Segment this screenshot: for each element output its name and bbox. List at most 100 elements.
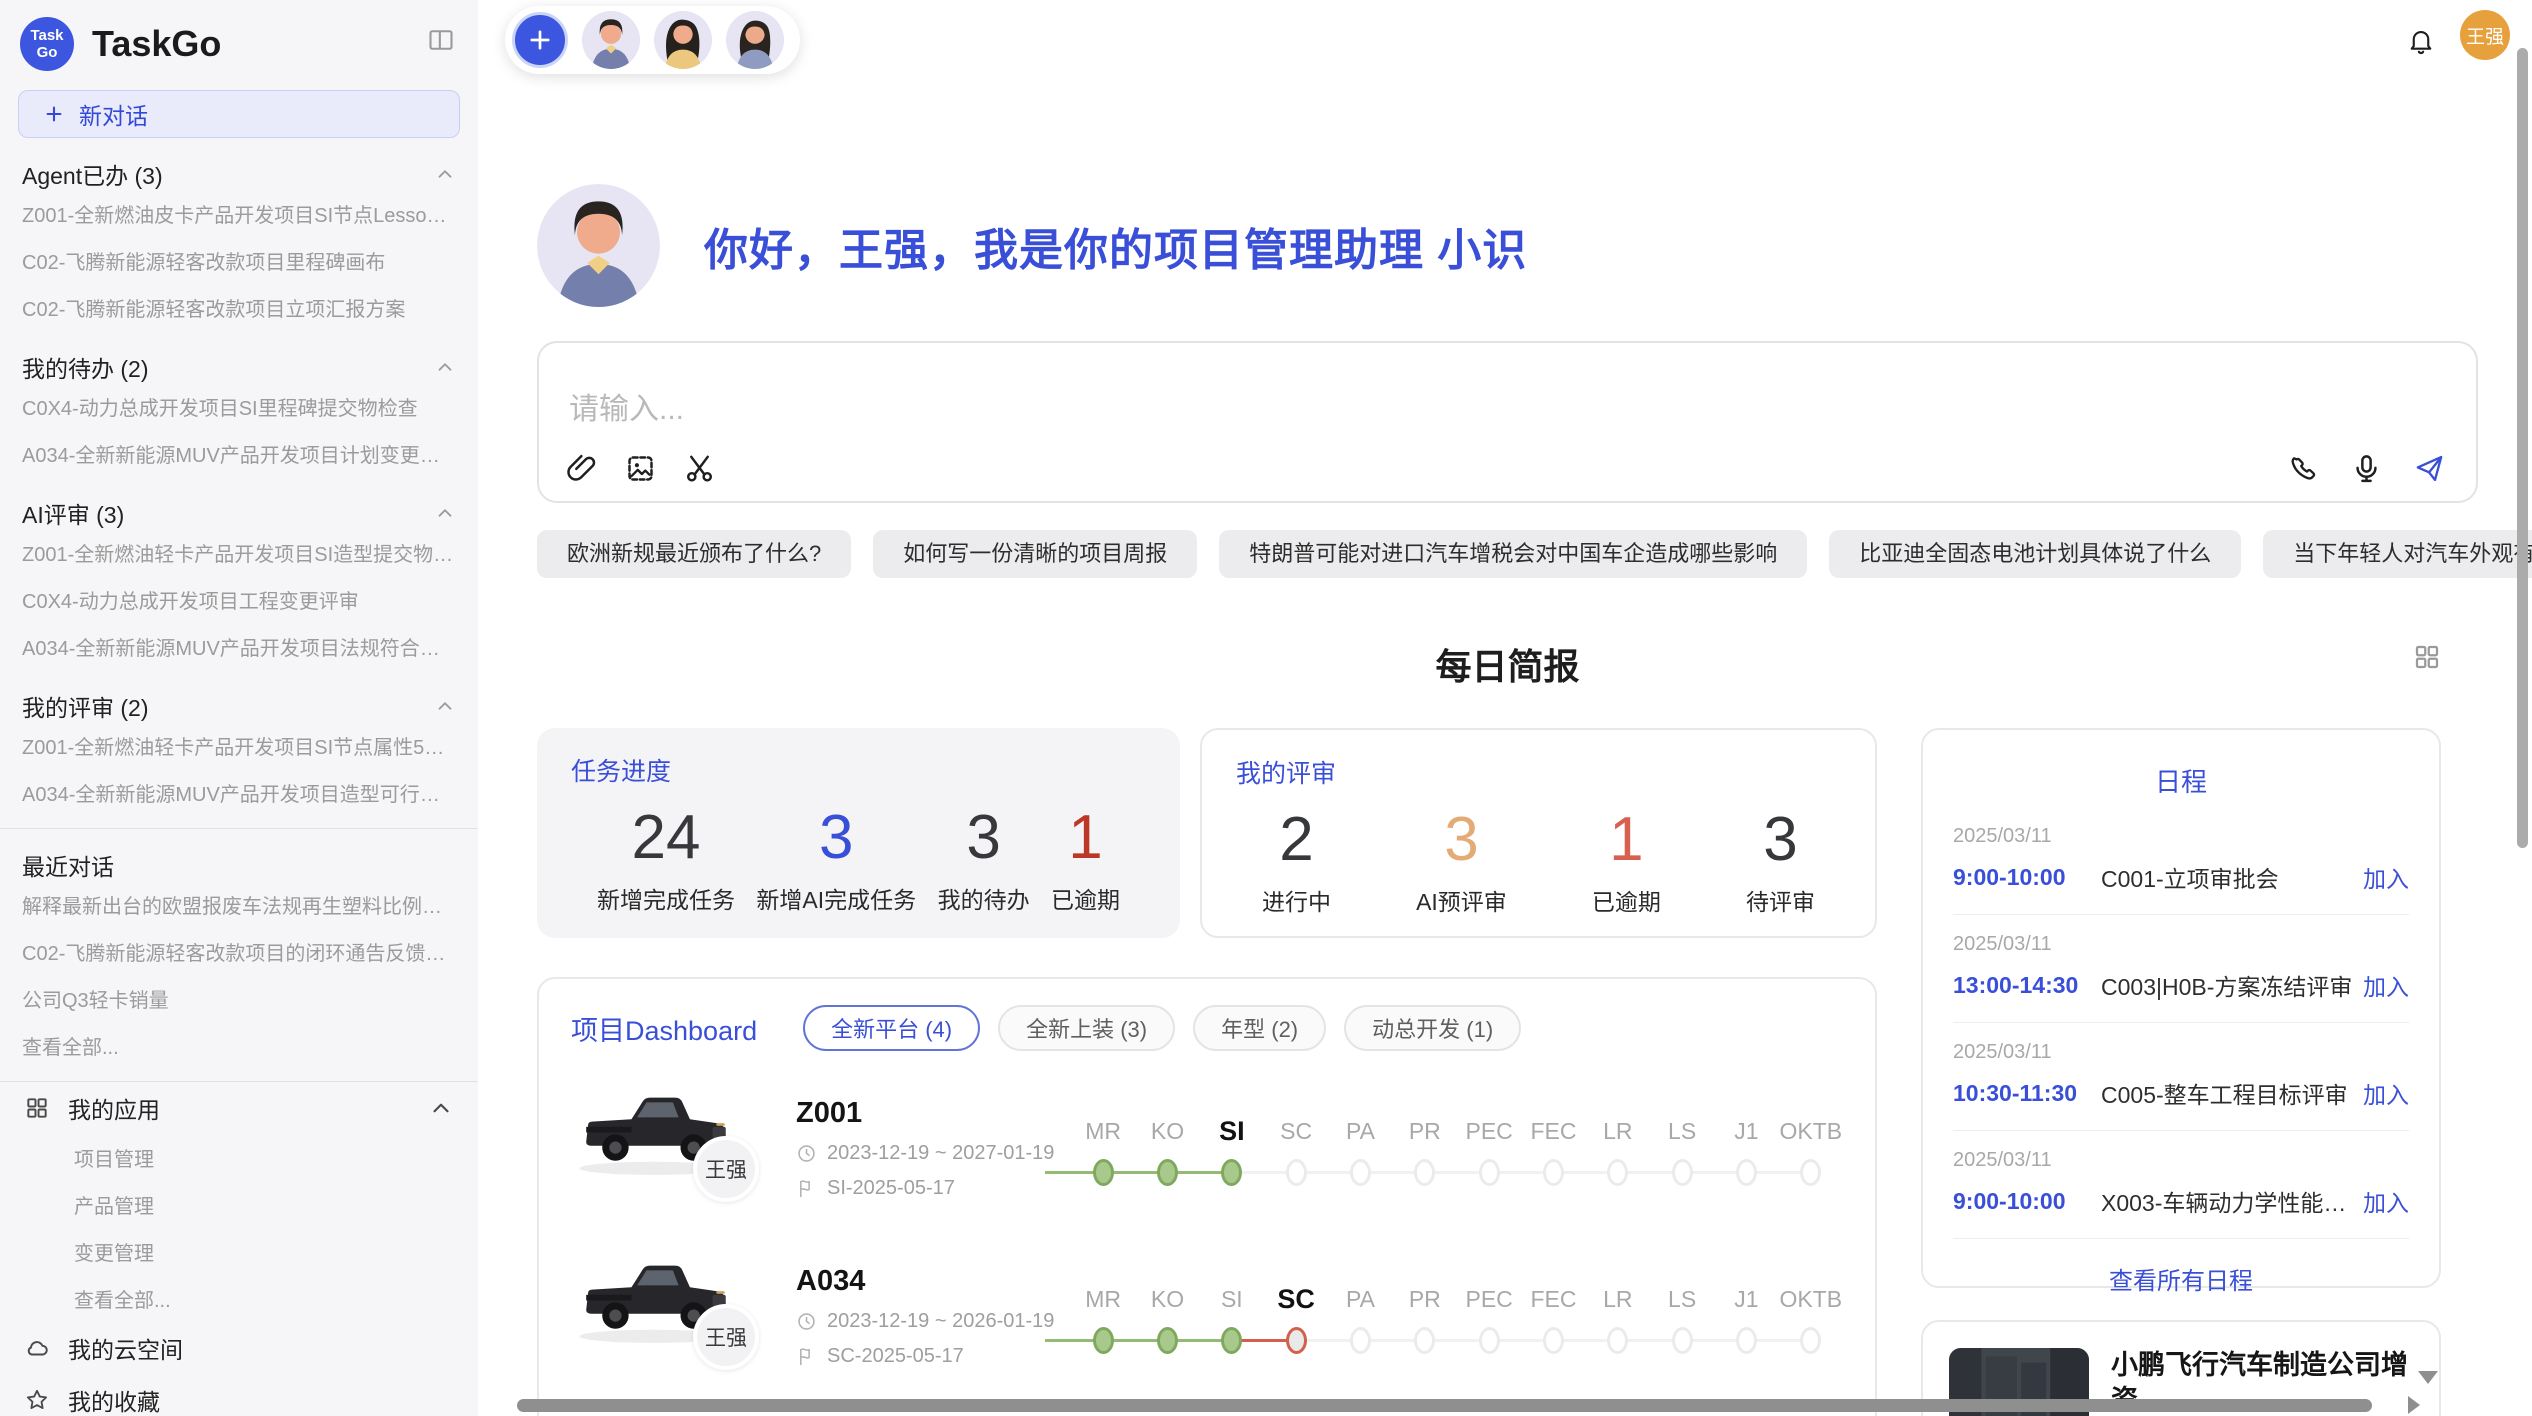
sidebar-task-item[interactable]: Z001-全新燃油皮卡产品开发项目SI节点Lesson Learn报告 xyxy=(16,190,462,237)
app-item[interactable]: 变更管理 xyxy=(16,1228,462,1275)
scroll-down-arrow-icon[interactable] xyxy=(2418,1371,2438,1384)
app-logo: Task Go xyxy=(20,17,74,71)
sidebar-task-item[interactable]: C0X4-动力总成开发项目工程变更评审 xyxy=(16,576,462,623)
collapse-sidebar-icon[interactable] xyxy=(426,26,456,54)
flag-icon xyxy=(796,1178,817,1199)
milestone-track: MRKOSISCPAPRPECFECLRLSJ1OKTB xyxy=(1071,1111,1843,1186)
app-item[interactable]: 产品管理 xyxy=(16,1181,462,1228)
milestone-dot xyxy=(1607,1159,1628,1186)
layout-grid-icon[interactable] xyxy=(2412,642,2442,672)
project-dates: 2023-12-19 ~ 2026-01-19 xyxy=(796,1310,1071,1333)
view-all-chats[interactable]: 查看全部... xyxy=(16,1022,462,1069)
sidebar-item-my-apps[interactable]: 我的应用 xyxy=(16,1082,462,1134)
dashboard-tab[interactable]: 动总开发 (1) xyxy=(1344,1005,1521,1051)
vertical-scrollbar[interactable] xyxy=(2517,48,2528,848)
sidebar-task-item[interactable]: C02-飞腾新能源轻客改款项目立项汇报方案 xyxy=(16,284,462,331)
milestone-dot xyxy=(1672,1159,1693,1186)
clock-icon xyxy=(796,1311,817,1332)
composer-input[interactable] xyxy=(569,393,1969,427)
event-time: 9:00-10:00 xyxy=(1953,1188,2101,1215)
microphone-icon[interactable] xyxy=(2350,452,2383,485)
sidebar-task-item[interactable]: Z001-全新燃油轻卡产品开发项目SI节点属性5D文件评审 xyxy=(16,722,462,769)
sidebar-task-item[interactable]: A034-全新新能源MUV产品开发项目法规符合性评审 xyxy=(16,623,462,670)
sidebar-item-star[interactable]: 我的收藏 xyxy=(16,1374,462,1416)
notifications-bell-icon[interactable] xyxy=(2406,26,2436,56)
project-row[interactable]: 王强A0342023-12-19 ~ 2026-01-19SC-2025-05-… xyxy=(571,1245,1843,1387)
milestone: LS xyxy=(1650,1281,1714,1354)
suggestion-chip[interactable]: 欧洲新规最近颁布了什么? xyxy=(537,530,851,578)
milestone: SI xyxy=(1200,1113,1264,1186)
plus-icon xyxy=(526,26,554,54)
voice-call-icon[interactable] xyxy=(2287,452,2320,485)
recent-chat-item[interactable]: 公司Q3轻卡销量 xyxy=(16,975,462,1022)
recent-chat-item[interactable]: 解释最新出台的欧盟报废车法规再生塑料比例被调至15%... xyxy=(16,881,462,928)
milestone-label: FEC xyxy=(1521,1113,1585,1149)
sidebar-section-header[interactable]: AI评审 (3) xyxy=(16,497,462,529)
send-icon[interactable] xyxy=(2413,452,2446,485)
milestone: PR xyxy=(1393,1281,1457,1354)
suggestion-chip[interactable]: 当下年轻人对汽车外观有怎样的喜好趋势 xyxy=(2263,530,2532,578)
milestone-label: KO xyxy=(1135,1281,1199,1317)
session-avatar[interactable] xyxy=(582,11,640,69)
sidebar-task-item[interactable]: C02-飞腾新能源轻客改款项目里程碑画布 xyxy=(16,237,462,284)
recent-chat-item[interactable]: C02-飞腾新能源轻客改款项目的闭环通告反馈情况 xyxy=(16,928,462,975)
milestone-dot xyxy=(1479,1327,1500,1354)
schedule-event: 2025/03/1110:30-11:30C005-整车工程目标评审加入 xyxy=(1953,1023,2409,1131)
suggestion-chip[interactable]: 如何写一份清晰的项目周报 xyxy=(873,530,1197,578)
milestone: J1 xyxy=(1714,1281,1778,1354)
join-button[interactable]: 加入 xyxy=(2363,1076,2409,1110)
session-avatar[interactable] xyxy=(726,11,784,69)
daily-briefing-header: 每日简报 xyxy=(537,638,2478,682)
event-row: 10:30-11:30C005-整车工程目标评审加入 xyxy=(1953,1076,2409,1110)
sidebar-item-cloud[interactable]: 我的云空间 xyxy=(16,1322,462,1374)
attach-image-icon[interactable] xyxy=(624,452,657,485)
milestone-dot xyxy=(1800,1327,1821,1354)
join-button[interactable]: 加入 xyxy=(2363,1184,2409,1218)
dashboard-tab[interactable]: 全新上装 (3) xyxy=(998,1005,1175,1051)
sidebar-section-header[interactable]: 我的评审 (2) xyxy=(16,690,462,722)
suggestion-chip[interactable]: 特朗普可能对进口汽车增税会对中国车企造成哪些影响 xyxy=(1219,530,1807,578)
milestone-dot xyxy=(1414,1159,1435,1186)
milestone: LS xyxy=(1650,1113,1714,1186)
stat: 3待评审 xyxy=(1746,804,1815,917)
milestone: KO xyxy=(1135,1113,1199,1186)
scroll-right-arrow-icon[interactable] xyxy=(2408,1396,2420,1414)
view-all-apps[interactable]: 查看全部... xyxy=(16,1275,462,1322)
stat-card-title: 任务进度 xyxy=(571,752,1146,788)
view-all-schedule[interactable]: 查看所有日程 xyxy=(1953,1261,2409,1296)
sidebar-task-item[interactable]: A034-全新新能源MUV产品开发项目造型可行性评审 xyxy=(16,769,462,816)
user-avatar[interactable]: 王强 xyxy=(2460,10,2510,60)
sidebar-task-item[interactable]: C0X4-动力总成开发项目SI里程碑提交物检查 xyxy=(16,383,462,430)
recent-chats-header: 最近对话 xyxy=(16,849,462,881)
suggestion-chip[interactable]: 比亚迪全固态电池计划具体说了什么 xyxy=(1829,530,2241,578)
schedule-title: 日程 xyxy=(1953,762,2409,799)
screenshot-scissors-icon[interactable] xyxy=(683,452,716,485)
date-range: 2023-12-19 ~ 2026-01-19 xyxy=(827,1310,1054,1333)
join-button[interactable]: 加入 xyxy=(2363,968,2409,1002)
schedule-event: 2025/03/119:00-10:00X003-车辆动力学性能验...加入 xyxy=(1953,1131,2409,1239)
milestone-label: J1 xyxy=(1714,1113,1778,1149)
event-row: 9:00-10:00X003-车辆动力学性能验...加入 xyxy=(1953,1184,2409,1218)
stat: 3AI预评审 xyxy=(1416,804,1507,917)
project-row[interactable]: 王强Z0012023-12-19 ~ 2027-01-19SI-2025-05-… xyxy=(571,1077,1843,1219)
sidebar-task-item[interactable]: A034-全新新能源MUV产品开发项目计划变更表编写 xyxy=(16,430,462,477)
attach-file-icon[interactable] xyxy=(565,452,598,485)
app-item[interactable]: 项目管理 xyxy=(16,1134,462,1181)
milestone-label: PA xyxy=(1328,1113,1392,1149)
stat: 24新增完成任务 xyxy=(597,802,735,915)
session-avatar[interactable] xyxy=(654,11,712,69)
join-button[interactable]: 加入 xyxy=(2363,860,2409,894)
dashboard-tab[interactable]: 年型 (2) xyxy=(1193,1005,1326,1051)
milestone-dot xyxy=(1800,1159,1821,1186)
dashboard-tab[interactable]: 全新平台 (4) xyxy=(803,1005,980,1051)
dashboard-title: 项目Dashboard xyxy=(571,1009,757,1048)
chevron-up-icon xyxy=(434,502,456,524)
sidebar-section-header[interactable]: 我的待办 (2) xyxy=(16,351,462,383)
horizontal-scrollbar[interactable] xyxy=(517,1399,2372,1412)
sidebar-section-header[interactable]: Agent已办 (3) xyxy=(16,158,462,190)
dashboard-header: 项目Dashboard 全新平台 (4) 全新上装 (3) 年型 (2) 动总开发 (… xyxy=(571,1005,1843,1051)
new-session-button[interactable] xyxy=(512,12,568,68)
milestone: SC xyxy=(1264,1281,1328,1354)
new-chat-button[interactable]: 新对话 xyxy=(18,90,460,138)
sidebar-task-item[interactable]: Z001-全新燃油轻卡产品开发项目SI造型提交物评审 xyxy=(16,529,462,576)
